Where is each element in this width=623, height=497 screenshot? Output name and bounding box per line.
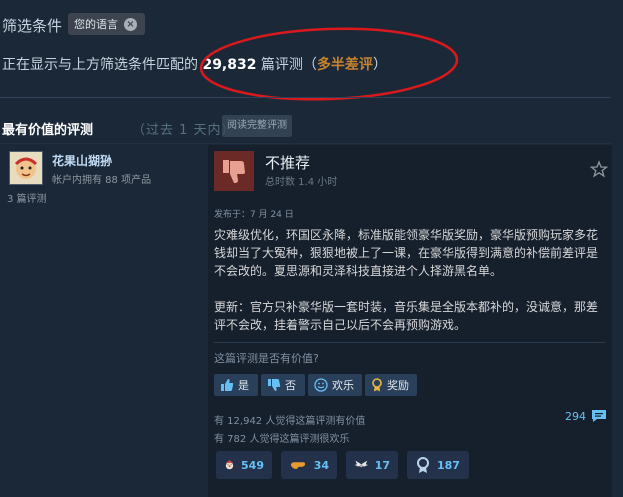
summary-prefix: 正在显示与上方筛选条件匹配的 <box>2 57 203 73</box>
medal-icon <box>417 457 429 473</box>
red-annotation-circle <box>199 27 459 101</box>
award-label: 奖励 <box>387 379 409 392</box>
award-count: 34 <box>313 458 329 472</box>
award-badge[interactable]: 187 <box>407 451 469 479</box>
remove-filter-icon[interactable]: × <box>124 17 137 31</box>
section-divider <box>0 143 611 144</box>
filter-label: 筛选条件 <box>2 17 63 35</box>
award-count: 17 <box>374 458 390 472</box>
flag-icon[interactable] <box>589 160 609 182</box>
review-paragraph: 更新：官方只补豪华版一套时装，音乐集是全版本都补的，没诚意，那差评不会改，挂着警… <box>214 300 599 332</box>
hand-icon <box>290 462 306 469</box>
divider <box>0 97 611 98</box>
funny-count-text: 有 782 人觉得这篇评测很欢乐 <box>214 434 350 445</box>
helpful-question: 这篇评测是否有价值? <box>214 352 319 365</box>
vote-yes-button[interactable]: 是 <box>214 374 258 396</box>
avatar[interactable] <box>9 151 43 185</box>
comment-icon <box>592 410 606 422</box>
thumbs-down-icon <box>268 379 281 391</box>
award-count: 549 <box>241 458 264 472</box>
section-title: 最有价值的评测 <box>2 123 94 138</box>
smile-icon <box>314 378 328 392</box>
review-body: 灾难级优化，环国区永降，标准版能领豪华版奖励，豪华版预购玩家多花钱却当了大冤种，… <box>214 226 606 352</box>
vote-funny-button[interactable]: 欢乐 <box>308 374 362 396</box>
thumbs-up-icon <box>221 379 234 391</box>
comment-count: 294 <box>565 409 586 423</box>
read-full-review-tooltip[interactable]: 阅读完整评测 <box>222 115 292 137</box>
playtime-hours: 总时数 1.4 小时 <box>265 177 338 188</box>
helpful-count-text: 有 12,942 人觉得这篇评测有价值 <box>214 416 366 427</box>
vote-yes-label: 是 <box>238 379 249 392</box>
award-badge[interactable]: 549 <box>216 451 272 479</box>
section-subtitle: （过去 1 天内） <box>132 123 236 138</box>
author-name[interactable]: 花果山猢狲 <box>52 152 112 169</box>
vote-no-label: 否 <box>285 379 296 392</box>
award-count: 187 <box>437 458 460 472</box>
review-verdict: 不推荐 <box>265 154 311 172</box>
review-paragraph: 灾难级优化，环国区永降，标准版能领豪华版奖励，豪华版预购玩家多花钱却当了大冤种，… <box>214 228 599 278</box>
award-badge[interactable]: 34 <box>281 451 337 479</box>
vote-funny-label: 欢乐 <box>332 379 354 392</box>
author-products[interactable]: 帐户内拥有 88 项产品 <box>52 171 151 186</box>
posted-date: 发布于：7 月 24 日 <box>214 210 294 220</box>
clown-icon <box>225 460 234 470</box>
vote-no-button[interactable]: 否 <box>261 374 305 396</box>
author-reviews[interactable]: 3 篇评测 <box>7 190 47 205</box>
award-icon <box>372 378 382 392</box>
helpful-divider <box>214 342 606 343</box>
language-filter-chip[interactable]: 您的语言 × <box>68 13 145 35</box>
comments-link[interactable]: 294 <box>565 409 607 423</box>
monkey-king-avatar-icon <box>10 152 42 184</box>
award-button[interactable]: 奖励 <box>365 374 417 396</box>
award-badge[interactable]: 17 <box>346 451 398 479</box>
language-chip-label: 您的语言 <box>74 18 118 31</box>
wings-icon <box>354 460 368 468</box>
thumbs-down-icon <box>214 151 254 191</box>
